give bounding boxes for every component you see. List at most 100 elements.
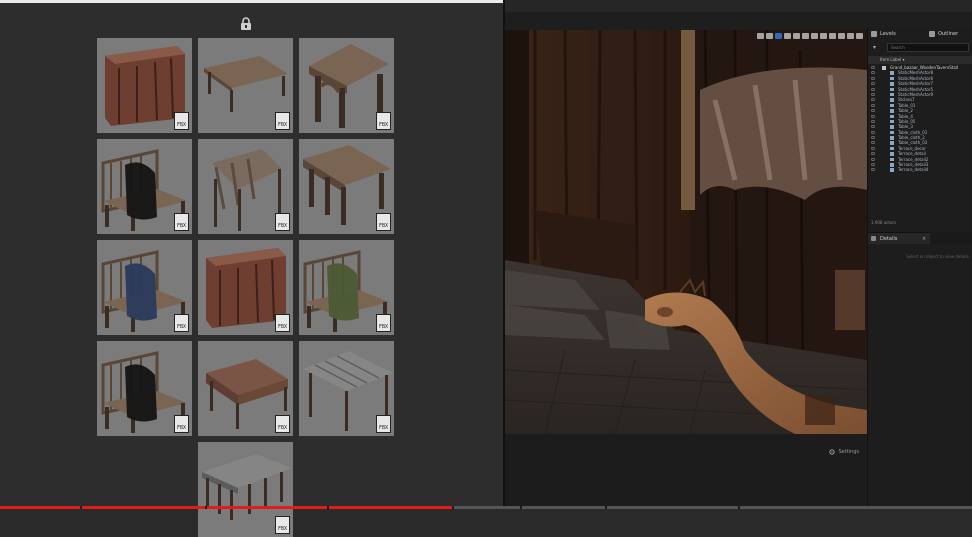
tab-outliner[interactable]: Outliner (926, 28, 972, 40)
outliner-row-label: Terrace_decor (898, 145, 926, 151)
outliner-row[interactable]: Terrace_detail4 (868, 167, 972, 172)
snap-icon[interactable] (811, 33, 818, 39)
asset-thumbnail[interactable]: FBX (299, 139, 394, 234)
actor-icon (890, 146, 894, 151)
visibility-eye-icon[interactable] (871, 87, 875, 91)
viewport-scene (505, 30, 867, 434)
grid-snap-icon[interactable] (820, 33, 827, 39)
fbx-file-badge: FBX (275, 314, 290, 332)
outliner-row-label: Table_2 (898, 108, 913, 114)
camera-speed-icon[interactable] (847, 33, 854, 39)
rotate-icon[interactable] (784, 33, 791, 39)
outliner-row-label: StaticMeshActor6 (898, 75, 934, 81)
outliner-column-header[interactable]: Item Label ▾ (868, 56, 972, 64)
tab-details-label: Details (880, 236, 898, 242)
search-input[interactable]: Search (887, 43, 969, 52)
fbx-file-badge: FBX (275, 213, 290, 231)
asset-thumbnail[interactable]: FBX (198, 38, 293, 133)
actor-icon (890, 125, 894, 129)
actor-icon (890, 114, 894, 119)
actor-icon (890, 103, 894, 108)
visibility-eye-icon[interactable] (871, 92, 875, 96)
actor-icon (890, 109, 894, 113)
lit-icon[interactable] (766, 33, 773, 39)
visibility-eye-icon[interactable] (871, 98, 875, 102)
visibility-eye-icon[interactable] (871, 76, 875, 80)
visibility-eye-icon[interactable] (871, 168, 875, 172)
content-browser-panel: FBX FBX FBX FBX FBX FBX FBX FBX FBX FBX … (0, 0, 503, 537)
details-icon (871, 236, 876, 241)
fbx-file-badge: FBX (174, 213, 189, 231)
outliner-list: Grand_bazaar_WoodenTavernStall StaticMesh… (868, 65, 972, 173)
outliner-row-label: Table_4 (898, 113, 913, 119)
lock-icon[interactable] (239, 17, 253, 31)
outliner-row-label: Table_01 (898, 102, 916, 108)
visibility-eye-icon[interactable] (871, 163, 875, 167)
translate-icon[interactable] (775, 33, 782, 39)
viewport[interactable] (505, 30, 867, 434)
scale-icon[interactable] (793, 33, 800, 39)
maximize-icon[interactable] (856, 33, 863, 39)
outliner-row-label: Terrace_detail4 (898, 167, 929, 173)
asset-thumbnail[interactable]: FBX (299, 38, 394, 133)
settings-button[interactable]: Settings (829, 449, 859, 455)
visibility-eye-icon[interactable] (871, 130, 875, 134)
close-icon[interactable]: × (922, 233, 926, 245)
actor-icon (890, 119, 894, 124)
perspective-icon[interactable] (757, 33, 764, 39)
actor-icon (890, 92, 894, 97)
fbx-file-badge: FBX (376, 213, 391, 231)
visibility-eye-icon[interactable] (871, 152, 875, 156)
outliner-row-label: StaticMeshActor7 (898, 81, 934, 87)
visibility-eye-icon[interactable] (871, 125, 875, 129)
tab-outliner-label: Outliner (938, 31, 959, 37)
outliner-row-label: Stclass7 (898, 97, 915, 103)
fbx-file-badge: FBX (174, 415, 189, 433)
visibility-eye-icon[interactable] (871, 141, 875, 145)
asset-thumbnail[interactable]: FBX (97, 139, 192, 234)
settings-label: Settings (838, 449, 859, 455)
asset-thumbnail[interactable]: FBX (299, 341, 394, 436)
visibility-eye-icon[interactable] (871, 157, 875, 161)
asset-thumbnail[interactable]: FBX (97, 38, 192, 133)
angle-snap-icon[interactable] (829, 33, 836, 39)
world-icon[interactable] (802, 33, 809, 39)
fbx-file-badge: FBX (376, 314, 391, 332)
asset-thumbnail[interactable]: FBX (198, 240, 293, 335)
visibility-eye-icon[interactable] (871, 114, 875, 118)
filter-icon[interactable]: ▾ (873, 44, 876, 51)
visibility-eye-icon[interactable] (871, 66, 875, 69)
actor-icon (890, 141, 894, 145)
visibility-eye-icon[interactable] (871, 146, 875, 150)
outliner-row-label: StaticMeshActor8 (898, 70, 934, 76)
fbx-file-badge: FBX (174, 314, 189, 332)
asset-thumbnail[interactable]: FBX (97, 341, 192, 436)
fbx-file-badge: FBX (376, 415, 391, 433)
asset-thumbnail[interactable]: FBX (198, 139, 293, 234)
outliner-row-label: Table_3 (898, 124, 913, 130)
fbx-file-badge: FBX (275, 112, 290, 130)
actor-icon (890, 157, 894, 162)
column-header-label: Item Label ▾ (880, 57, 905, 62)
outliner-row-label: Grand_bazaar_WoodenTavernStall (890, 65, 959, 70)
visibility-eye-icon[interactable] (871, 71, 875, 75)
visibility-eye-icon[interactable] (871, 109, 875, 113)
fbx-file-badge: FBX (174, 112, 189, 130)
visibility-eye-icon[interactable] (871, 119, 875, 123)
asset-thumbnail[interactable]: FBX (299, 240, 394, 335)
asset-thumbnail[interactable]: FBX (198, 442, 293, 537)
actor-icon (882, 66, 886, 70)
outliner-row-label: Table_05 (898, 118, 916, 124)
asset-thumbnail[interactable]: FBX (97, 240, 192, 335)
actor-icon (890, 76, 894, 81)
visibility-eye-icon[interactable] (871, 136, 875, 140)
scale-snap-icon[interactable] (838, 33, 845, 39)
visibility-eye-icon[interactable] (871, 103, 875, 107)
visibility-eye-icon[interactable] (871, 82, 875, 86)
tab-levels[interactable]: Levels (868, 28, 935, 40)
actor-icon (890, 152, 894, 156)
viewport-lower-area: Settings (505, 434, 867, 509)
level-editor: Settings Levels Outliner ▾ Search Item L… (505, 0, 972, 509)
actor-icon (890, 130, 894, 135)
asset-thumbnail[interactable]: FBX (198, 341, 293, 436)
